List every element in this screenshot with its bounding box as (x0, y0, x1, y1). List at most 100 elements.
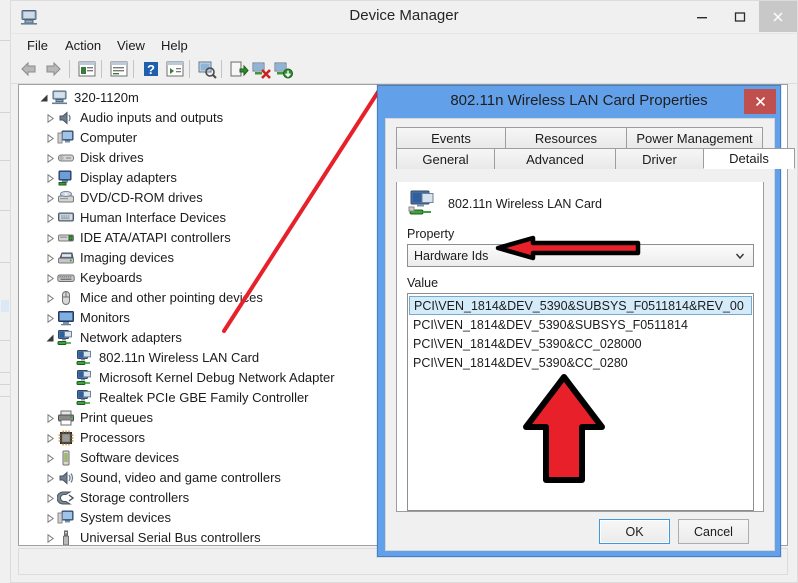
properties-icon[interactable] (77, 59, 97, 79)
menu-help[interactable]: Help (155, 36, 194, 55)
tab-details[interactable]: Details (703, 148, 795, 169)
tree-item-label: Display adapters (80, 170, 177, 185)
tree-item[interactable]: System devices (43, 508, 171, 528)
tree-item[interactable]: Computer (43, 128, 137, 148)
expand-triangle-icon[interactable] (43, 248, 57, 268)
tree-item[interactable]: Human Interface Devices (43, 208, 226, 228)
tree-item-label: Sound, video and game controllers (80, 470, 281, 485)
window-titlebar: Device Manager (11, 1, 797, 33)
tree-item-label: DVD/CD-ROM drives (80, 190, 203, 205)
tree-item[interactable]: Microsoft Kernel Debug Network Adapter (62, 368, 335, 388)
tab-general[interactable]: General (396, 148, 495, 169)
expand-triangle-icon[interactable] (43, 148, 57, 168)
network-device-icon (408, 190, 438, 218)
tree-item[interactable]: Mice and other pointing devices (43, 288, 263, 308)
tree-item[interactable]: Network adapters (43, 328, 182, 348)
tree-item[interactable]: Audio inputs and outputs (43, 108, 223, 128)
ok-button[interactable]: OK (599, 519, 670, 544)
tree-item-label: Computer (80, 130, 138, 145)
value-listbox[interactable]: PCI\VEN_1814&DEV_5390&SUBSYS_F0511814&RE… (407, 293, 754, 511)
tree-item[interactable]: Universal Serial Bus controllers (43, 528, 261, 545)
tab-events[interactable]: Events (396, 127, 506, 148)
tree-item-label: System devices (80, 510, 172, 525)
tree-item[interactable]: Sound, video and game controllers (43, 468, 281, 488)
expand-triangle-icon[interactable] (43, 428, 57, 448)
menu-file[interactable]: File (21, 36, 54, 55)
tab-power-management[interactable]: Power Management (626, 127, 763, 148)
tree-item[interactable]: IDE ATA/ATAPI controllers (43, 228, 231, 248)
value-list-item[interactable]: PCI\VEN_1814&DEV_5390&SUBSYS_F0511814&RE… (409, 296, 752, 315)
close-button[interactable] (759, 1, 797, 32)
network-adapter-icon (57, 329, 75, 347)
expand-triangle-icon[interactable] (43, 188, 57, 208)
tree-item[interactable]: Software devices (43, 448, 179, 468)
minimize-button[interactable] (683, 1, 721, 32)
network-adapter-icon (76, 349, 94, 367)
tree-item[interactable]: Imaging devices (43, 248, 174, 268)
tree-item-label: 320-1120m (74, 90, 139, 105)
printer-icon (57, 409, 75, 427)
help-question-icon[interactable]: ? (141, 59, 161, 79)
tab-driver[interactable]: Driver (615, 148, 704, 169)
expand-triangle-icon[interactable] (43, 508, 57, 528)
screen: Device Manager File Action View Help ? 3… (0, 0, 798, 583)
update-driver-icon[interactable] (229, 59, 249, 79)
value-list-item[interactable]: PCI\VEN_1814&DEV_5390&CC_028000 (408, 334, 753, 353)
collapse-triangle-icon[interactable] (37, 88, 51, 108)
tree-item[interactable]: DVD/CD-ROM drives (43, 188, 203, 208)
tree-item-label: Disk drives (80, 150, 144, 165)
forward-icon[interactable] (43, 59, 63, 79)
expand-triangle-icon[interactable] (43, 128, 57, 148)
disable-device-icon[interactable] (251, 59, 271, 79)
tree-item[interactable]: Print queues (43, 408, 153, 428)
maximize-button[interactable] (721, 1, 759, 32)
tab-advanced[interactable]: Advanced (494, 148, 616, 169)
scan-hardware-changes-icon[interactable] (197, 59, 217, 79)
expand-triangle-icon[interactable] (43, 288, 57, 308)
value-list-item[interactable]: PCI\VEN_1814&DEV_5390&CC_0280 (408, 353, 753, 372)
tree-item[interactable]: Disk drives (43, 148, 144, 168)
tree-item[interactable]: Monitors (43, 308, 130, 328)
uninstall-device-icon[interactable] (273, 59, 293, 79)
show-hidden-devices-icon[interactable] (165, 59, 185, 79)
tree-item-label: Print queues (80, 410, 153, 425)
expand-triangle-icon[interactable] (43, 468, 57, 488)
tree-item-label: Human Interface Devices (80, 210, 226, 225)
expand-triangle-icon[interactable] (43, 448, 57, 468)
device-header: 802.11n Wireless LAN Card (408, 190, 602, 218)
expand-triangle-icon[interactable] (43, 168, 57, 188)
expand-triangle-icon[interactable] (43, 488, 57, 508)
expand-triangle-icon[interactable] (43, 308, 57, 328)
tree-item[interactable]: 320-1120m (37, 88, 139, 108)
menubar: File Action View Help (11, 33, 797, 56)
expand-triangle-icon[interactable] (43, 408, 57, 428)
tab-resources[interactable]: Resources (505, 127, 627, 148)
property-dropdown[interactable]: Hardware Ids (407, 244, 754, 267)
value-list-item[interactable]: PCI\VEN_1814&DEV_5390&SUBSYS_F0511814 (408, 315, 753, 334)
expand-triangle-icon[interactable] (43, 268, 57, 288)
menu-view[interactable]: View (111, 36, 151, 55)
dialog-close-button[interactable] (744, 89, 776, 114)
tree-item[interactable]: Processors (43, 428, 145, 448)
back-icon[interactable] (19, 59, 39, 79)
cancel-button[interactable]: Cancel (678, 519, 749, 544)
expand-triangle-icon[interactable] (43, 528, 57, 545)
tree-item-label: Realtek PCIe GBE Family Controller (99, 390, 309, 405)
collapse-triangle-icon[interactable] (43, 328, 57, 348)
menu-action[interactable]: Action (59, 36, 107, 55)
tree-item[interactable]: Storage controllers (43, 488, 189, 508)
tree-item-label: Software devices (80, 450, 179, 465)
value-label: Value (407, 276, 439, 290)
monitor-icon (57, 309, 75, 327)
update-view-icon[interactable] (109, 59, 129, 79)
tree-item[interactable]: Realtek PCIe GBE Family Controller (62, 388, 309, 408)
tree-item[interactable]: Display adapters (43, 168, 177, 188)
tab-row-bottom: General Advanced Driver Details (396, 148, 795, 169)
expand-triangle-icon[interactable] (43, 208, 57, 228)
expand-triangle-icon[interactable] (43, 228, 57, 248)
expand-triangle-icon[interactable] (43, 108, 57, 128)
tree-item[interactable]: 802.11n Wireless LAN Card (62, 348, 259, 368)
property-selected-value: Hardware Ids (414, 248, 489, 263)
tree-item[interactable]: Keyboards (43, 268, 142, 288)
